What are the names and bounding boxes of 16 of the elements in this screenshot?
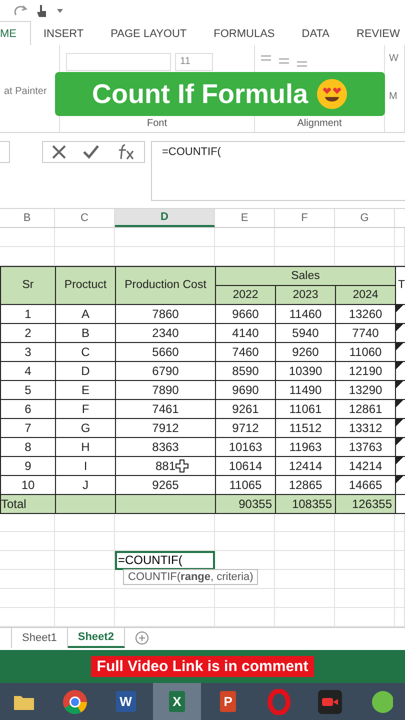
header-cell: Proctuct [55, 266, 116, 305]
caption-banner: Full Video Link is in comment [90, 656, 314, 677]
header-cell: Sales [215, 266, 396, 286]
total-cell: 126355 [335, 494, 396, 514]
total-cell: 108355 [275, 494, 336, 514]
banner-text: Count If Formula [92, 78, 308, 110]
group-label: Alignment [297, 118, 342, 129]
total-cell: 90355 [215, 494, 276, 514]
header-cell: 2023 [275, 284, 336, 305]
group-label: Font [146, 118, 167, 129]
total-label: Total [0, 494, 56, 514]
header-cell: Sr [0, 266, 56, 305]
function-tooltip: COUNTIF(range, criteria) [123, 568, 258, 585]
header-cell: 2024 [335, 284, 396, 305]
header-cell: Production Cost [115, 266, 216, 305]
header-cell: 2022 [215, 284, 276, 305]
